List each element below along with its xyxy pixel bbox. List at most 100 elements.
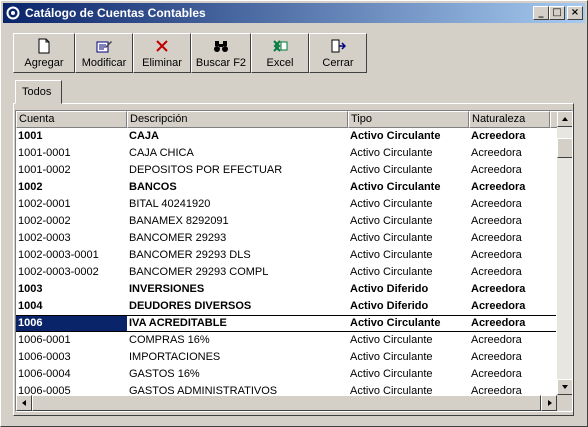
- cell-descripcion[interactable]: BANCOS: [127, 179, 348, 196]
- cell-tipo[interactable]: Activo Diferido: [348, 281, 469, 298]
- cell-descripcion[interactable]: BANCOMER 29293 COMPL: [127, 264, 348, 281]
- cell-cuenta[interactable]: 1004: [16, 298, 127, 315]
- cell-naturaleza[interactable]: Acreedora: [469, 213, 550, 230]
- cell-descripcion[interactable]: GASTOS 16%: [127, 366, 348, 383]
- title-bar[interactable]: Catálogo de Cuentas Contables _ □ ×: [3, 3, 585, 23]
- cell-naturaleza[interactable]: Acreedora: [469, 298, 550, 315]
- table-row[interactable]: 1002-0003-0001 BANCOMER 29293 DLS Activo C…: [16, 247, 556, 264]
- table-row[interactable]: 1006-0001 COMPRAS 16% Activo Circulante Acr…: [16, 332, 556, 349]
- column-header-tipo[interactable]: Tipo: [348, 111, 469, 128]
- cell-descripcion[interactable]: BANCOMER 29293: [127, 230, 348, 247]
- table-row[interactable]: 1002-0001 BITAL 40241920 Activo Circulante…: [16, 196, 556, 213]
- minimize-button[interactable]: _: [533, 6, 549, 20]
- cell-descripcion[interactable]: BANAMEX 8292091: [127, 213, 348, 230]
- cell-naturaleza[interactable]: Acreedora: [469, 332, 550, 349]
- cell-cuenta[interactable]: 1002-0003-0002: [16, 264, 127, 281]
- cerrar-button[interactable]: Cerrar: [309, 33, 367, 73]
- cell-descripcion[interactable]: IMPORTACIONES: [127, 349, 348, 366]
- cell-descripcion[interactable]: BITAL 40241920: [127, 196, 348, 213]
- cell-cuenta[interactable]: 1002-0003: [16, 230, 127, 247]
- cell-descripcion[interactable]: CAJA: [127, 128, 348, 145]
- excel-button[interactable]: Excel: [251, 33, 309, 73]
- horizontal-scrollbar[interactable]: [16, 395, 557, 411]
- table-row[interactable]: 1004 DEUDORES DIVERSOS Activo Diferido Acre…: [16, 298, 556, 315]
- cell-tipo[interactable]: Activo Circulante: [348, 128, 469, 145]
- cell-naturaleza[interactable]: Acreedora: [469, 349, 550, 366]
- cell-naturaleza[interactable]: Acreedora: [469, 264, 550, 281]
- eliminar-button[interactable]: Eliminar: [133, 33, 191, 73]
- cell-naturaleza[interactable]: Acreedora: [469, 366, 550, 383]
- table-row[interactable]: 1006-0004 GASTOS 16% Activo Circulante Acre…: [16, 366, 556, 383]
- cell-cuenta[interactable]: 1002: [16, 179, 127, 196]
- scroll-right-button[interactable]: [541, 395, 557, 411]
- cell-naturaleza[interactable]: Acreedora: [469, 196, 550, 213]
- cell-naturaleza[interactable]: Acreedora: [469, 162, 550, 179]
- cell-descripcion[interactable]: DEPOSITOS POR EFECTUAR: [127, 162, 348, 179]
- cell-naturaleza[interactable]: Acreedora: [469, 247, 550, 264]
- table-row[interactable]: 1003 INVERSIONES Activo Diferido Acreedora: [16, 281, 556, 298]
- table-row[interactable]: 1001 CAJA Activo Circulante Acreedora: [16, 128, 556, 145]
- accounts-grid[interactable]: Cuenta Descripción Tipo Naturaleza 1001 C…: [15, 110, 573, 412]
- cell-tipo[interactable]: Activo Circulante: [348, 366, 469, 383]
- table-row[interactable]: 1002 BANCOS Activo Circulante Acreedora: [16, 179, 556, 196]
- horizontal-scroll-thumb[interactable]: [32, 395, 541, 411]
- cell-cuenta[interactable]: 1006: [16, 316, 127, 331]
- scroll-left-button[interactable]: [16, 395, 32, 411]
- scroll-up-button[interactable]: [557, 111, 572, 127]
- cell-cuenta[interactable]: 1001-0002: [16, 162, 127, 179]
- cell-cuenta[interactable]: 1003: [16, 281, 127, 298]
- cell-cuenta[interactable]: 1001-0001: [16, 145, 127, 162]
- cell-descripcion[interactable]: COMPRAS 16%: [127, 332, 348, 349]
- cell-tipo[interactable]: Activo Circulante: [348, 230, 469, 247]
- column-header-cuenta[interactable]: Cuenta: [16, 111, 127, 128]
- table-row[interactable]: 1002-0003-0002 BANCOMER 29293 COMPL Activo…: [16, 264, 556, 281]
- cell-naturaleza[interactable]: Acreedora: [469, 316, 550, 331]
- column-header-descripcion[interactable]: Descripción: [127, 111, 348, 128]
- cell-descripcion[interactable]: BANCOMER 29293 DLS: [127, 247, 348, 264]
- scroll-down-button[interactable]: [557, 379, 572, 395]
- cell-tipo[interactable]: Activo Circulante: [348, 264, 469, 281]
- maximize-button[interactable]: □: [549, 6, 565, 20]
- cell-cuenta[interactable]: 1002-0001: [16, 196, 127, 213]
- cell-tipo[interactable]: Activo Diferido: [348, 298, 469, 315]
- modificar-button[interactable]: Modificar: [75, 33, 133, 73]
- table-row[interactable]: 1001-0001 CAJA CHICA Activo Circulante Acre…: [16, 145, 556, 162]
- cell-naturaleza[interactable]: Acreedora: [469, 145, 550, 162]
- cell-naturaleza[interactable]: Acreedora: [469, 230, 550, 247]
- cell-descripcion[interactable]: IVA ACREDITABLE: [127, 316, 348, 331]
- agregar-button[interactable]: Agregar: [13, 33, 75, 73]
- cell-tipo[interactable]: Activo Circulante: [348, 162, 469, 179]
- cell-descripcion[interactable]: DEUDORES DIVERSOS: [127, 298, 348, 315]
- cell-naturaleza[interactable]: Acreedora: [469, 179, 550, 196]
- cell-tipo[interactable]: Activo Circulante: [348, 179, 469, 196]
- cell-tipo[interactable]: Activo Circulante: [348, 145, 469, 162]
- cell-naturaleza[interactable]: Acreedora: [469, 128, 550, 145]
- tab-todos[interactable]: Todos: [15, 80, 62, 104]
- cell-tipo[interactable]: Activo Circulante: [348, 247, 469, 264]
- cell-descripcion[interactable]: INVERSIONES: [127, 281, 348, 298]
- cell-cuenta[interactable]: 1006-0001: [16, 332, 127, 349]
- table-row[interactable]: 1006-0003 IMPORTACIONES Activo Circulante A…: [16, 349, 556, 366]
- cell-descripcion[interactable]: CAJA CHICA: [127, 145, 348, 162]
- buscar-button[interactable]: Buscar F2: [191, 33, 251, 73]
- table-row[interactable]: 1002-0003 BANCOMER 29293 Activo Circulante…: [16, 230, 556, 247]
- cell-cuenta[interactable]: 1002-0003-0001: [16, 247, 127, 264]
- cell-cuenta[interactable]: 1002-0002: [16, 213, 127, 230]
- cell-tipo[interactable]: Activo Circulante: [348, 332, 469, 349]
- vertical-scrollbar[interactable]: [557, 111, 572, 395]
- close-button[interactable]: ×: [567, 6, 583, 20]
- table-row[interactable]: 1002-0002 BANAMEX 8292091 Activo Circulant…: [16, 213, 556, 230]
- excel-label: Excel: [266, 57, 294, 69]
- table-row-selected[interactable]: 1006 IVA ACREDITABLE Activo Circulante Acre…: [16, 315, 556, 332]
- cell-tipo[interactable]: Activo Circulante: [348, 196, 469, 213]
- vertical-scroll-thumb[interactable]: [557, 138, 572, 158]
- cell-cuenta[interactable]: 1006-0003: [16, 349, 127, 366]
- cell-tipo[interactable]: Activo Circulante: [348, 213, 469, 230]
- column-header-naturaleza[interactable]: Naturaleza: [469, 111, 550, 128]
- cell-cuenta[interactable]: 1001: [16, 128, 127, 145]
- cell-tipo[interactable]: Activo Circulante: [348, 316, 469, 331]
- cell-cuenta[interactable]: 1006-0004: [16, 366, 127, 383]
- table-row[interactable]: 1001-0002 DEPOSITOS POR EFECTUAR Activo Ci…: [16, 162, 556, 179]
- cell-tipo[interactable]: Activo Circulante: [348, 349, 469, 366]
- cell-naturaleza[interactable]: Acreedora: [469, 281, 550, 298]
